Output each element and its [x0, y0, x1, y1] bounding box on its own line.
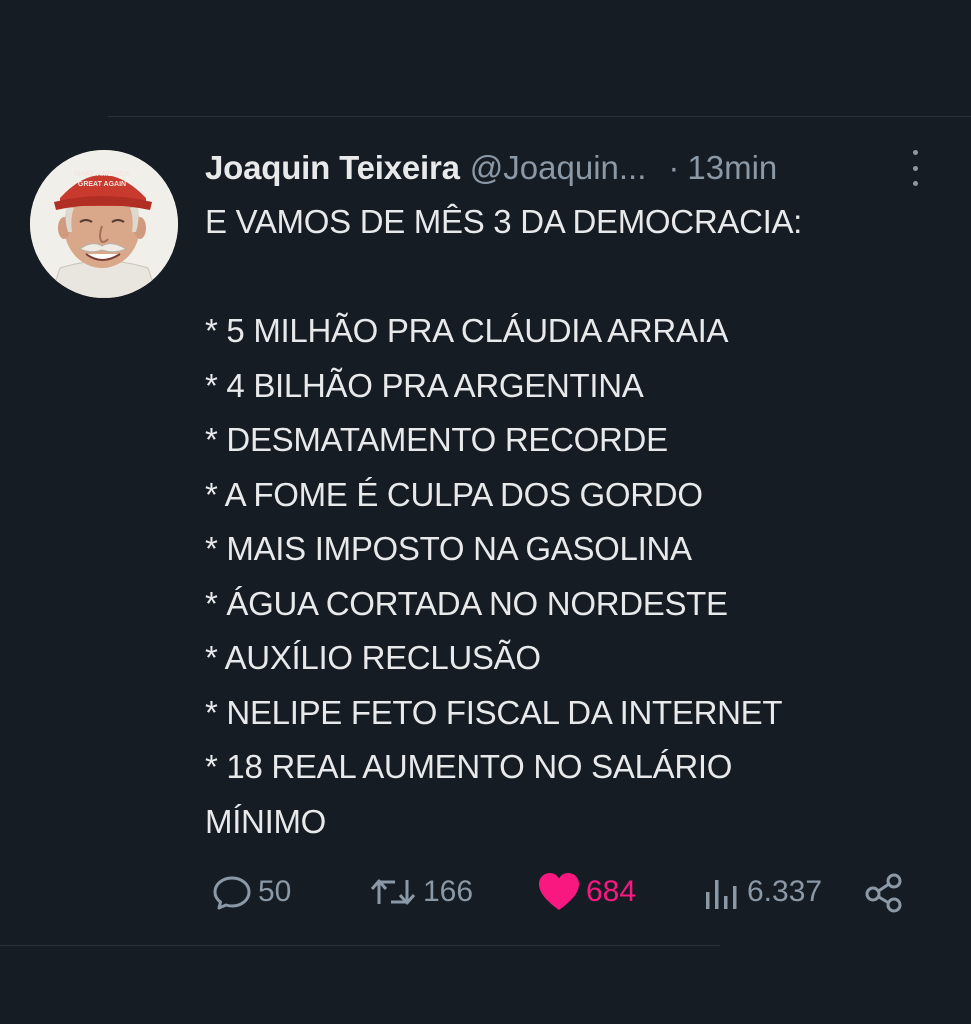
- tweet-line: * ÁGUA CORTADA NO NORDESTE: [205, 584, 728, 622]
- tweet-line: * DESMATAMENTO RECORDE: [205, 421, 668, 458]
- tweet-line: * MAIS IMPOSTO NA GASOLINA: [205, 530, 692, 567]
- heart-icon: [539, 873, 579, 910]
- like-count: 684: [586, 875, 637, 908]
- header-separator: ·: [668, 149, 680, 186]
- tweet-line: E VAMOS DE MÊS 3 DA DEMOCRACIA:: [205, 203, 803, 240]
- tweet-line: * 5 MILHÃO PRA CLÁUDIA ARRAIA: [205, 312, 729, 349]
- tweet-line: * 4 BILHÃO PRA ARGENTINA: [205, 366, 644, 404]
- more-options-button[interactable]: [905, 150, 925, 186]
- speech-bubble-icon: [213, 876, 251, 910]
- avatar-image: MAKE AMERICA GREAT AGAIN: [30, 150, 178, 298]
- avatar[interactable]: MAKE AMERICA GREAT AGAIN: [30, 150, 178, 298]
- share-button[interactable]: [862, 866, 906, 918]
- svg-text:GREAT AGAIN: GREAT AGAIN: [78, 181, 126, 188]
- tweet-line: * A FOME É CULPA DOS GORDO: [205, 475, 703, 513]
- tweet-body: E VAMOS DE MÊS 3 DA DEMOCRACIA: * 5 MILH…: [205, 195, 945, 849]
- tweet-actions: 50 166 684 6.337: [0, 866, 971, 918]
- top-divider: [108, 116, 971, 117]
- author-display-name[interactable]: Joaquin Teixeira: [205, 149, 460, 187]
- reply-count: 50: [258, 875, 292, 908]
- share-nodes-icon: [865, 873, 902, 913]
- tweet-line: * AUXÍLIO RECLUSÃO: [205, 639, 541, 676]
- vertical-ellipsis-icon: [912, 150, 918, 155]
- like-button[interactable]: 684: [536, 866, 636, 918]
- views-button[interactable]: 6.337: [703, 866, 822, 918]
- tweet-line: MÍNIMO: [205, 802, 327, 840]
- svg-text:MAKE AMERICA: MAKE AMERICA: [75, 171, 130, 178]
- tweet-header: Joaquin Teixeira @Joaquin... · 13min: [205, 146, 935, 190]
- views-count: 6.337: [747, 875, 823, 908]
- retweet-arrows-icon: [370, 879, 416, 905]
- bar-chart-icon: [706, 880, 737, 909]
- author-handle[interactable]: @Joaquin...: [470, 149, 647, 187]
- reply-button[interactable]: 50: [210, 866, 291, 918]
- retweet-count: 166: [423, 875, 474, 908]
- tweet-line: * 18 REAL AUMENTO NO SALÁRIO: [205, 748, 733, 785]
- tweet-timestamp[interactable]: 13min: [687, 149, 777, 187]
- retweet-button[interactable]: 166: [367, 866, 473, 918]
- tweet-line: * NELIPE FETO FISCAL DA INTERNET: [205, 693, 783, 731]
- bottom-divider: [0, 945, 720, 946]
